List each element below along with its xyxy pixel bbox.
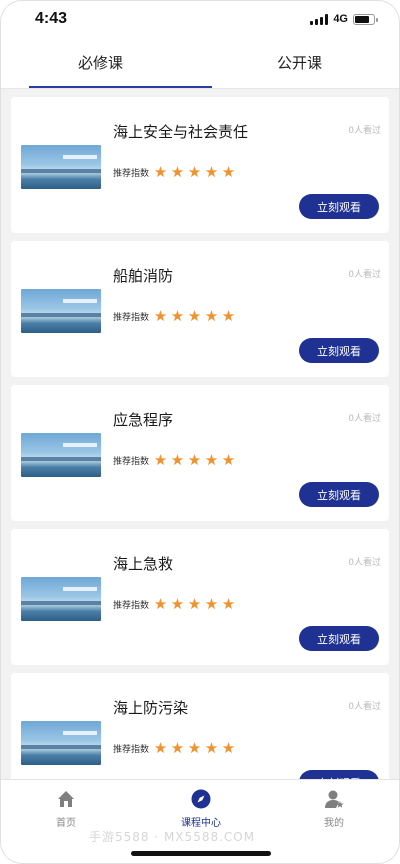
nav-course-center[interactable]: 课程中心 (156, 788, 246, 829)
course-thumbnail[interactable] (21, 721, 101, 765)
battery-icon (353, 13, 378, 25)
star-icon: ★ (187, 451, 202, 469)
viewer-count: 0人看过 (348, 126, 381, 136)
star-icon: ★ (153, 307, 168, 325)
star-icon: ★ (221, 163, 236, 181)
course-title: 船舶消防 (113, 267, 174, 285)
star-icon: ★ (153, 451, 168, 469)
nav-profile-label: 我的 (324, 818, 344, 829)
star-icon: ★ (204, 307, 219, 325)
star-icon: ★ (187, 163, 202, 181)
course-title: 海上急救 (113, 555, 174, 573)
course-card[interactable]: 海上急救 0人看过 推荐指数 ★ ★ ★ ★ ★ 立刻观看 (11, 529, 389, 665)
network-label: 4G (333, 13, 348, 25)
star-icon: ★ (153, 163, 168, 181)
star-icon: ★ (153, 595, 168, 613)
home-icon (55, 788, 77, 810)
star-icon: ★ (170, 739, 185, 757)
course-thumbnail[interactable] (21, 145, 101, 189)
star-icon: ★ (187, 595, 202, 613)
home-indicator (131, 851, 271, 856)
star-icon: ★ (170, 451, 185, 469)
signal-icon (310, 13, 329, 25)
rating-label: 推荐指数 (113, 457, 150, 467)
recommendation-rating: 推荐指数 ★ ★ ★ ★ ★ (113, 165, 236, 180)
bottom-nav: 首页 课程中心 我的 手游5588 · MX5588.COM (1, 779, 399, 863)
course-card[interactable]: 海上防污染0人看过推荐指数★★★★★立刻观看 (11, 673, 389, 779)
rating-label: 推荐指数 (113, 313, 150, 323)
viewer-count: 0人看过 (348, 558, 381, 568)
status-time: 4:43 (35, 10, 68, 27)
star-icon: ★ (221, 739, 236, 757)
rating-label: 推荐指数 (113, 169, 150, 179)
star-icon: ★ (170, 307, 185, 325)
viewer-count: 0人看过 (348, 702, 381, 712)
star-icon: ★ (170, 163, 185, 181)
watch-now-button[interactable]: 立刻观看 (299, 482, 379, 507)
star-icon: ★ (170, 595, 185, 613)
watch-now-button[interactable]: 立刻观看 (299, 338, 379, 363)
compass-icon (190, 788, 212, 810)
watch-now-button[interactable]: 立刻观看 (299, 194, 379, 219)
recommendation-rating: 推荐指数 ★ ★ ★ ★ ★ (113, 741, 236, 756)
star-icon: ★ (187, 307, 202, 325)
rating-label: 推荐指数 (113, 745, 150, 755)
course-thumbnail[interactable] (21, 289, 101, 333)
recommendation-rating: 推荐指数 ★ ★ ★ ★ ★ (113, 597, 236, 612)
course-list: 海上安全与社会责任 0人看过 推荐指数 ★ ★ ★ ★ ★ 立刻观看 船舶消防 0人看过 推荐指数 ★ ★… (11, 97, 389, 779)
nav-course-center-label: 课程中心 (181, 818, 221, 829)
course-title: 海上防污染 (113, 699, 189, 717)
star-icon: ★ (221, 595, 236, 613)
course-tabs: 必修课 公开课 (1, 37, 399, 89)
star-icon: ★ (221, 451, 236, 469)
course-title: 海上安全与社会责任 (113, 123, 249, 141)
nav-home[interactable]: 首页 (21, 788, 111, 829)
star-icon: ★ (153, 739, 168, 757)
star-icon: ★ (204, 163, 219, 181)
phone-screen: 4:43 4G 必修课 公开课 海上安全与社会责任 0人看过 推荐指数 ★ ★ ★ ★ ★ 立刻… (0, 0, 400, 864)
watch-now-button[interactable]: 立刻观看 (299, 626, 379, 651)
status-bar: 4:43 4G (1, 1, 399, 37)
star-icon: ★ (204, 595, 219, 613)
star-icon: ★ (187, 739, 202, 757)
course-card[interactable]: 应急程序 0人看过 推荐指数 ★ ★ ★ ★ ★ 立刻观看 (11, 385, 389, 521)
course-card[interactable]: 海上安全与社会责任 0人看过 推荐指数 ★ ★ ★ ★ ★ 立刻观看 (11, 97, 389, 233)
rating-label: 推荐指数 (113, 601, 150, 611)
recommendation-rating: 推荐指数 ★ ★ ★ ★ ★ (113, 309, 236, 324)
profile-icon (323, 788, 345, 810)
tab-public-courses[interactable]: 公开课 (200, 37, 399, 88)
watch-now-button[interactable]: 立刻观看 (299, 770, 379, 779)
course-card[interactable]: 船舶消防 0人看过 推荐指数 ★ ★ ★ ★ ★ 立刻观看 (11, 241, 389, 377)
star-icon: ★ (221, 307, 236, 325)
tab-required-courses[interactable]: 必修课 (1, 37, 212, 88)
viewer-count: 0人看过 (348, 270, 381, 280)
star-icon: ★ (204, 739, 219, 757)
star-icon: ★ (204, 451, 219, 469)
recommendation-rating: 推荐指数 ★ ★ ★ ★ ★ (113, 453, 236, 468)
viewer-count: 0人看过 (348, 414, 381, 424)
course-thumbnail[interactable] (21, 433, 101, 477)
course-thumbnail[interactable] (21, 577, 101, 621)
nav-home-label: 首页 (56, 818, 76, 829)
watermark-text: 手游5588 · MX5588.COM (89, 830, 256, 844)
status-indicators: 4G (310, 13, 378, 25)
nav-profile[interactable]: 我的 (289, 788, 379, 829)
course-title: 应急程序 (113, 411, 174, 429)
